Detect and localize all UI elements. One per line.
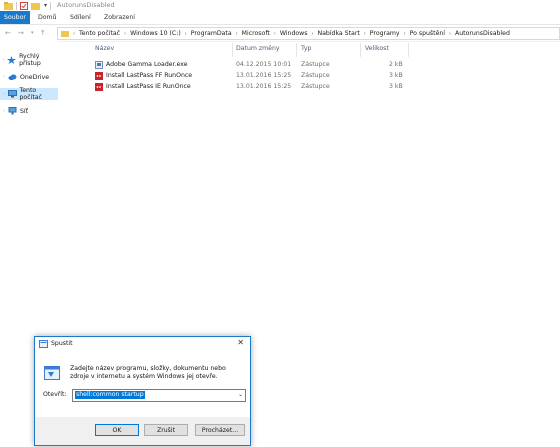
recent-locations-icon[interactable]: ▾	[31, 30, 34, 36]
column-divider[interactable]	[296, 43, 297, 57]
breadcrumb-programs[interactable]: Programy	[370, 30, 400, 37]
open-input[interactable]: shell:common startup ⌄	[72, 389, 246, 402]
breadcrumb-start-menu[interactable]: Nabídka Start	[317, 30, 359, 37]
file-name: Install LastPass IE RunOnce	[106, 83, 191, 90]
breadcrumb-chevron-icon[interactable]: ›	[364, 31, 366, 37]
star-icon	[7, 56, 17, 64]
breadcrumb-chevron-icon[interactable]: ›	[404, 31, 406, 37]
sidebar-item-label: Tento počítač	[19, 87, 42, 101]
dialog-title-bar[interactable]: Spustit ✕	[35, 337, 250, 350]
sidebar-item-label: Síť	[20, 107, 29, 115]
tab-view[interactable]: Zobrazení	[104, 11, 135, 24]
tab-home[interactable]: Domů	[38, 11, 57, 24]
shortcut-app-icon	[95, 61, 103, 69]
app-folder-icon	[4, 1, 13, 10]
column-header-name[interactable]: Název	[95, 45, 114, 52]
file-date: 13.01.2016 15:25	[236, 72, 292, 79]
lastpass-shortcut-icon	[95, 83, 103, 91]
sidebar-item-label: OneDrive	[20, 73, 50, 81]
breadcrumb-microsoft[interactable]: Microsoft	[242, 30, 270, 37]
dropdown-chevron-icon[interactable]: ⌄	[238, 391, 243, 398]
sidebar-item-this-pc[interactable]: › Tento počítač	[0, 87, 58, 101]
customize-chevron-icon[interactable]: ▾	[44, 2, 47, 9]
file-date: 13.01.2016 15:25	[236, 83, 292, 90]
file-size: 3 kB	[389, 72, 403, 79]
breadcrumb-programdata[interactable]: ProgramData	[191, 30, 232, 37]
breadcrumb-chevron-icon[interactable]: ›	[274, 31, 276, 37]
cloud-icon	[8, 73, 17, 81]
expand-chevron-icon[interactable]: ›	[0, 108, 8, 114]
run-program-icon	[44, 366, 60, 380]
quick-access-toolbar: ▾	[4, 1, 54, 10]
breadcrumb-autorunsdisabled[interactable]: AutorunsDisabled	[455, 30, 510, 37]
address-bar[interactable]: › Tento počítač › Windows 10 (C:) › Prog…	[57, 27, 560, 40]
computer-icon	[7, 90, 17, 98]
table-row[interactable]: Install LastPass IE RunOnce 13.01.2016 1…	[95, 82, 403, 93]
back-icon[interactable]: ←	[5, 29, 11, 37]
breadcrumb-chevron-icon[interactable]: ›	[311, 31, 313, 37]
table-row[interactable]: Adobe Gamma Loader.exe 04.12.2015 10:01 …	[95, 60, 403, 71]
forward-icon[interactable]: →	[18, 29, 24, 37]
breadcrumb-chevron-icon[interactable]: ›	[124, 31, 126, 37]
breadcrumb-drive[interactable]: Windows 10 (C:)	[130, 30, 181, 37]
open-input-value[interactable]: shell:common startup	[75, 391, 145, 399]
breadcrumb-windows[interactable]: Windows	[280, 30, 308, 37]
title-bar: ▾ AutorunsDisabled	[0, 0, 560, 11]
up-icon[interactable]: ↑	[40, 29, 46, 37]
breadcrumb-startup[interactable]: Po spuštění	[410, 30, 445, 37]
sidebar-item-quick-access[interactable]: › Rychlý přístup	[0, 53, 58, 67]
file-date: 04.12.2015 10:01	[236, 61, 292, 68]
column-header-type[interactable]: Typ	[301, 45, 311, 52]
new-folder-icon[interactable]	[31, 2, 41, 10]
tab-file[interactable]: Soubor	[0, 11, 30, 24]
dialog-title: Spustit	[51, 340, 73, 347]
cancel-button[interactable]: Zrušit	[144, 424, 188, 436]
breadcrumb-chevron-icon: ›	[73, 30, 75, 37]
network-icon	[8, 107, 17, 115]
column-divider[interactable]	[360, 43, 361, 57]
file-size: 2 kB	[389, 61, 403, 68]
column-divider[interactable]	[232, 43, 233, 57]
dialog-description: Zadejte název programu, složky, dokument…	[70, 365, 226, 380]
dialog-footer: OK Zrušit Procházet...	[35, 417, 250, 445]
lastpass-shortcut-icon	[95, 72, 103, 80]
breadcrumb-chevron-icon[interactable]: ›	[449, 31, 451, 37]
properties-icon[interactable]	[20, 1, 28, 10]
breadcrumb-this-pc[interactable]: Tento počítač	[79, 30, 120, 37]
open-label: Otevřít:	[43, 391, 67, 398]
run-app-icon	[39, 340, 48, 348]
ok-button[interactable]: OK	[95, 424, 139, 436]
file-size: 3 kB	[389, 83, 403, 90]
ribbon: Soubor Domů Sdílení Zobrazení	[0, 11, 560, 25]
file-type: Zástupce	[301, 83, 330, 90]
sidebar-item-label: Rychlý přístup	[19, 53, 41, 67]
file-type: Zástupce	[301, 61, 330, 68]
browse-button[interactable]: Procházet...	[195, 424, 245, 436]
file-name: Install LastPass FF RunOnce	[106, 72, 193, 79]
file-name: Adobe Gamma Loader.exe	[106, 61, 188, 68]
breadcrumb-chevron-icon[interactable]: ›	[236, 31, 238, 37]
expand-chevron-icon[interactable]: ›	[0, 91, 8, 97]
expand-chevron-icon[interactable]: ›	[0, 57, 7, 63]
tab-share[interactable]: Sdílení	[70, 11, 91, 24]
navigation-bar: ← → ▾ ↑ › Tento počítač › Windows 10 (C:…	[0, 25, 560, 42]
breadcrumb-chevron-icon[interactable]: ›	[185, 31, 187, 37]
sidebar-item-network[interactable]: › Síť	[0, 105, 58, 117]
table-row[interactable]: Install LastPass FF RunOnce 13.01.2016 1…	[95, 71, 403, 82]
run-dialog: Spustit ✕ Zadejte název programu, složky…	[34, 336, 251, 446]
window-title: AutorunsDisabled	[57, 1, 115, 9]
column-header-date[interactable]: Datum změny	[236, 45, 280, 52]
close-icon[interactable]: ✕	[237, 338, 244, 347]
sidebar-item-onedrive[interactable]: › OneDrive	[0, 71, 58, 83]
expand-chevron-icon[interactable]: ›	[0, 74, 8, 80]
column-header-size[interactable]: Velikost	[365, 45, 389, 52]
address-folder-icon	[61, 31, 69, 37]
file-type: Zástupce	[301, 72, 330, 79]
column-divider[interactable]	[408, 43, 409, 57]
